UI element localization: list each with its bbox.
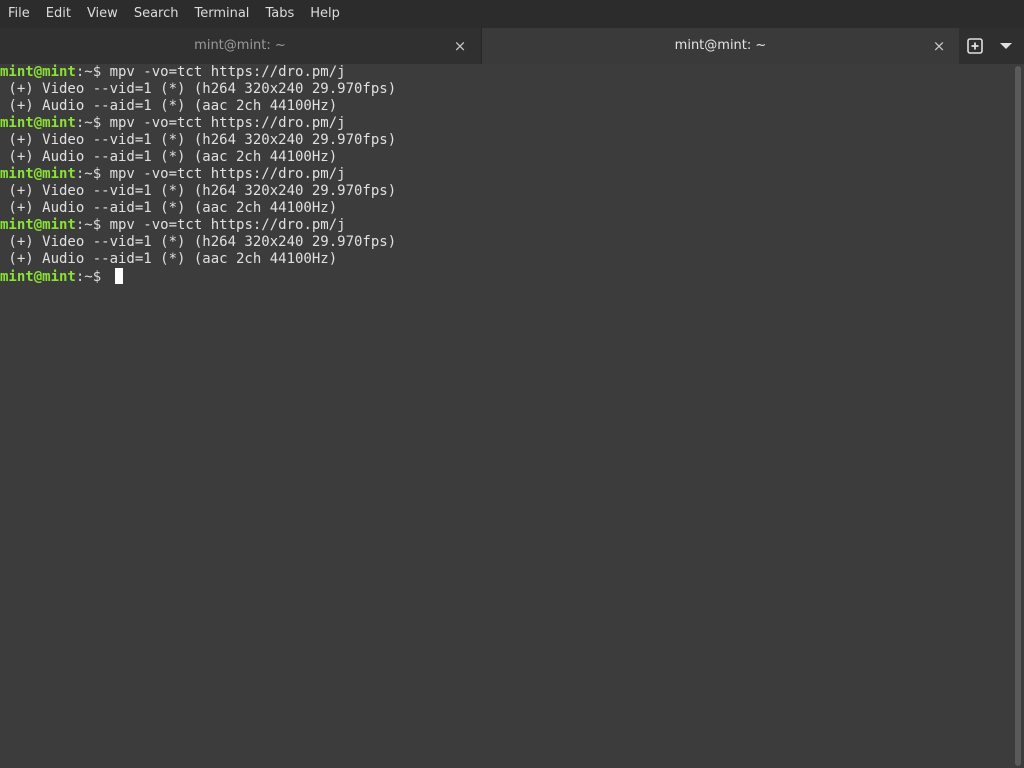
prompt-line: mint@mint:~$ mpv -vo=tct https://dro.pm/… [0,64,1012,81]
output-text: (+) Audio --aid=1 (*) (aac 2ch 44100Hz) [0,251,338,267]
terminal-window: File Edit View Search Terminal Tabs Help… [0,0,1024,768]
command-text: mpv -vo=tct https://dro.pm/j [109,64,346,80]
command-text: mpv -vo=tct https://dro.pm/j [109,217,346,233]
prompt-path: :~$ [75,269,110,285]
prompt-path: :~$ [75,64,110,80]
tab-1[interactable]: mint@mint: ~ × [0,28,480,64]
prompt-path: :~$ [75,115,110,131]
output-text: (+) Audio --aid=1 (*) (aac 2ch 44100Hz) [0,149,338,165]
plus-square-icon[interactable] [967,38,983,54]
output-line: (+) Audio --aid=1 (*) (aac 2ch 44100Hz) [0,149,1012,166]
tab-1-label: mint@mint: ~ [194,38,286,53]
output-line: (+) Audio --aid=1 (*) (aac 2ch 44100Hz) [0,98,1012,115]
output-text: (+) Audio --aid=1 (*) (aac 2ch 44100Hz) [0,98,338,114]
output-text: (+) Video --vid=1 (*) (h264 320x240 29.9… [0,234,397,250]
menu-file[interactable]: File [0,0,38,28]
close-icon[interactable]: × [452,28,468,64]
scrollbar[interactable] [1012,64,1024,768]
menu-tabs[interactable]: Tabs [257,0,302,28]
output-line: (+) Video --vid=1 (*) (h264 320x240 29.9… [0,81,1012,98]
output-line: (+) Audio --aid=1 (*) (aac 2ch 44100Hz) [0,251,1012,268]
prompt-line: mint@mint:~$ mpv -vo=tct https://dro.pm/… [0,166,1012,183]
output-line: (+) Video --vid=1 (*) (h264 320x240 29.9… [0,234,1012,251]
menu-help[interactable]: Help [302,0,348,28]
tab-2[interactable]: mint@mint: ~ × [481,28,959,64]
prompt-line: mint@mint:~$ mpv -vo=tct https://dro.pm/… [0,115,1012,132]
prompt-path: :~$ [75,166,110,182]
prompt-user: mint@mint [0,269,76,285]
prompt-line: mint@mint:~$ mpv -vo=tct https://dro.pm/… [0,217,1012,234]
prompt-user: mint@mint [0,166,76,182]
tab-bar: mint@mint: ~ × mint@mint: ~ × [0,28,1024,64]
menu-search[interactable]: Search [126,0,187,28]
command-text: mpv -vo=tct https://dro.pm/j [109,166,346,182]
output-text: (+) Video --vid=1 (*) (h264 320x240 29.9… [0,132,397,148]
tab-2-label: mint@mint: ~ [674,38,767,53]
prompt-line: mint@mint:~$ [0,268,1012,285]
menu-edit[interactable]: Edit [38,0,79,28]
tab-actions [959,28,1024,64]
prompt-user: mint@mint [0,115,76,131]
menu-terminal[interactable]: Terminal [186,0,257,28]
menubar: File Edit View Search Terminal Tabs Help [0,0,1024,28]
scrollbar-thumb[interactable] [1015,66,1021,766]
command-text: mpv -vo=tct https://dro.pm/j [109,115,346,131]
prompt-user: mint@mint [0,64,76,80]
output-text: (+) Audio --aid=1 (*) (aac 2ch 44100Hz) [0,200,338,216]
output-text: (+) Video --vid=1 (*) (h264 320x240 29.9… [0,81,397,97]
prompt-path: :~$ [75,217,110,233]
prompt-user: mint@mint [0,217,76,233]
text-cursor [114,268,123,284]
output-line: (+) Video --vid=1 (*) (h264 320x240 29.9… [0,183,1012,200]
output-line: (+) Audio --aid=1 (*) (aac 2ch 44100Hz) [0,200,1012,217]
close-icon[interactable]: × [931,28,947,64]
menu-view[interactable]: View [79,0,126,28]
terminal-output[interactable]: mint@mint:~$ mpv -vo=tct https://dro.pm/… [0,64,1012,768]
output-line: (+) Video --vid=1 (*) (h264 320x240 29.9… [0,132,1012,149]
output-text: (+) Video --vid=1 (*) (h264 320x240 29.9… [0,183,397,199]
dropdown-triangle-icon[interactable] [999,42,1013,50]
